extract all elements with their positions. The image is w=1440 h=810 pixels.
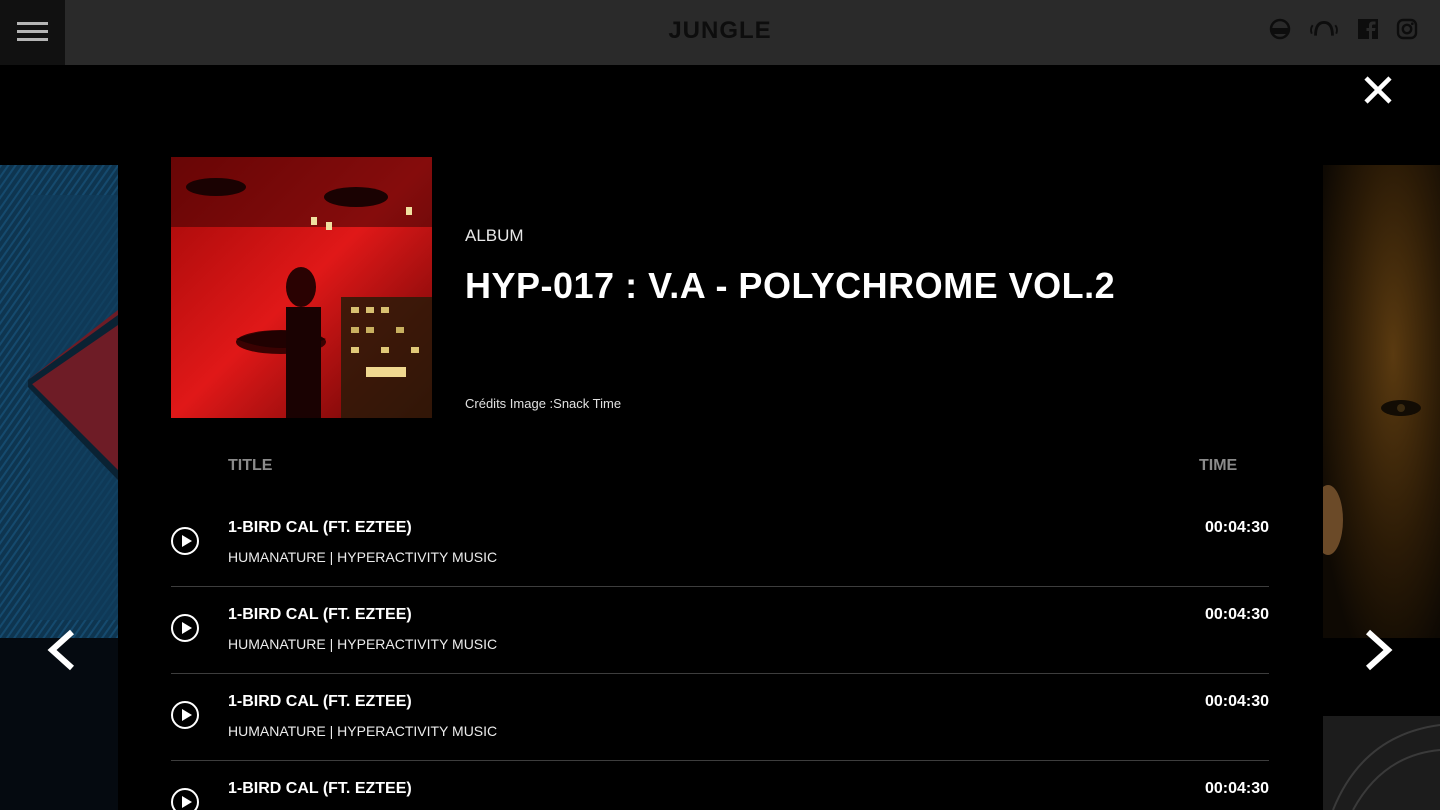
track-title[interactable]: 1-BIRD CAL (FT. EZTEE) [228, 519, 412, 537]
next-album-preview[interactable] [1323, 165, 1440, 810]
next-album-artwork [1323, 165, 1440, 810]
track-title[interactable]: 1-BIRD CAL (FT. EZTEE) [228, 693, 412, 711]
track-title[interactable]: 1-BIRD CAL (FT. EZTEE) [228, 606, 412, 624]
previous-album-arrow-icon[interactable] [32, 620, 92, 680]
track-duration: 00:04:30 [1204, 606, 1269, 623]
track-row[interactable]: 1-BIRD CAL (FT. EZTEE) 00:04:30 [171, 761, 1269, 810]
album-type-label: ALBUM [465, 226, 524, 245]
previous-album-artwork [0, 165, 118, 810]
album-cover-image [171, 157, 432, 418]
album-title: HYP-017 : V.A - POLYCHROME VOL.2 [465, 265, 1116, 306]
previous-album-preview[interactable] [0, 165, 118, 810]
track-duration: 00:04:30 [1204, 780, 1269, 797]
menu-button[interactable] [0, 0, 65, 65]
hamburger-icon-line [17, 38, 48, 41]
social-links [1269, 18, 1418, 40]
column-header-time: TIME [1199, 457, 1238, 474]
track-artist: HUMANATURE | HYPERACTIVITY MUSIC [228, 549, 498, 565]
image-credits: Crédits Image :Snack Time [465, 396, 622, 411]
track-row[interactable]: 1-BIRD CAL (FT. EZTEE) HUMANATURE | HYPE… [171, 674, 1269, 761]
soundcloud-icon[interactable] [1269, 18, 1291, 40]
track-artist: HUMANATURE | HYPERACTIVITY MUSIC [228, 636, 498, 652]
mixcloud-icon[interactable] [1308, 18, 1340, 40]
instagram-icon[interactable] [1396, 18, 1418, 40]
track-row[interactable]: 1-BIRD CAL (FT. EZTEE) HUMANATURE | HYPE… [171, 587, 1269, 674]
hamburger-icon [17, 22, 48, 25]
album-cover [171, 157, 432, 418]
track-title[interactable]: 1-BIRD CAL (FT. EZTEE) [228, 780, 412, 798]
play-icon[interactable] [171, 788, 199, 810]
play-icon[interactable] [171, 527, 199, 555]
play-icon[interactable] [171, 701, 199, 729]
track-row[interactable]: 1-BIRD CAL (FT. EZTEE) HUMANATURE | HYPE… [171, 500, 1269, 587]
column-header-title: TITLE [228, 457, 273, 474]
site-logo: JUNGLE [668, 17, 772, 44]
track-duration: 00:04:30 [1204, 519, 1269, 536]
hamburger-icon-line [17, 30, 48, 33]
close-icon[interactable] [1360, 72, 1396, 108]
facebook-icon[interactable] [1357, 18, 1379, 40]
track-artist: HUMANATURE | HYPERACTIVITY MUSIC [228, 723, 498, 739]
play-icon[interactable] [171, 614, 199, 642]
track-duration: 00:04:30 [1204, 693, 1269, 710]
top-bar: JUNGLE [0, 0, 1440, 65]
next-album-arrow-icon[interactable] [1348, 620, 1408, 680]
